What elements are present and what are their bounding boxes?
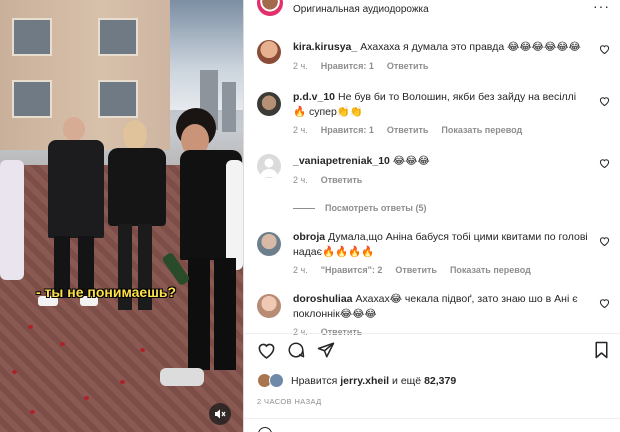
comment-text: Думала,що Аніна бабуся тобі цими квитами… [293, 231, 588, 258]
comment-meta: 2 ч. Нравится: 1 Ответить Показать перевод [293, 125, 535, 135]
audio-track-link[interactable]: Оригинальная аудиодорожка [293, 4, 429, 15]
likers-avatars [257, 373, 287, 389]
comment-username[interactable]: p.d.v_10 [293, 91, 335, 103]
comment-text: Ахахаха я думала это правда 😂😂😂😂😂😂 [360, 41, 581, 53]
commenter-avatar[interactable] [257, 92, 281, 116]
comment-time[interactable]: 2 ч. [293, 61, 308, 71]
comment-text: 😂😂😂 [392, 155, 430, 167]
comment-username[interactable]: kira.kirusya_ [293, 41, 357, 53]
comment-meta: 2 ч. Ответить [293, 327, 375, 337]
view-replies-button[interactable]: Посмотреть ответы (5) [293, 203, 426, 213]
reply-button[interactable]: Ответить [321, 327, 363, 337]
comment-likes[interactable]: Нравится: 1 [321, 61, 374, 71]
post-timestamp[interactable]: 2 ЧАСОВ НАЗАД [257, 397, 322, 406]
reply-button[interactable]: Ответить [387, 61, 429, 71]
bookmark-icon[interactable] [593, 341, 610, 364]
comment-time[interactable]: 2 ч. [293, 327, 308, 337]
post-actions-bar [257, 341, 611, 361]
speaker-muted-icon[interactable] [209, 403, 231, 425]
comment-time[interactable]: 2 ч. [293, 125, 308, 135]
more-horizontal-icon[interactable]: ··· [593, 0, 610, 14]
comment-username[interactable]: obroja [293, 231, 325, 243]
section-divider [244, 333, 620, 334]
video-caption: - ты не понимаешь? [36, 284, 177, 300]
heart-icon[interactable] [257, 341, 276, 364]
show-translation-button[interactable]: Показать перевод [450, 265, 531, 275]
reply-button[interactable]: Ответить [387, 125, 429, 135]
default-avatar-icon[interactable] [257, 154, 281, 178]
comment-meta: 2 ч. Ответить [293, 175, 375, 185]
likes-middle: и ещё [392, 375, 422, 387]
likes-summary[interactable]: Нравится jerry.xheil и ещё 82,379 [257, 373, 456, 389]
heart-icon[interactable] [599, 298, 610, 311]
share-icon[interactable] [317, 341, 335, 364]
comment-username[interactable]: doroshuliaa [293, 293, 353, 305]
commenter-avatar[interactable] [257, 40, 281, 64]
comment-text: Не був би то Волошин, якби без зайду на … [293, 91, 577, 118]
heart-icon[interactable] [599, 96, 610, 109]
comment-icon[interactable] [287, 341, 305, 364]
commenter-avatar[interactable] [257, 294, 281, 318]
comment-meta: 2 ч. Нравится: 1 Ответить [293, 61, 441, 71]
heart-icon[interactable] [599, 158, 610, 171]
comment-likes[interactable]: Нравится: 1 [321, 125, 374, 135]
bottom-divider [244, 418, 620, 419]
liker-username[interactable]: jerry.xheil [340, 375, 389, 387]
commenter-avatar[interactable] [257, 232, 281, 256]
reply-button[interactable]: Ответить [321, 175, 363, 185]
comment-meta: 2 ч. "Нравится": 2 Ответить Показать перево… [293, 265, 544, 275]
likes-count[interactable]: 82,379 [424, 375, 456, 387]
comment-likes[interactable]: "Нравится": 2 [321, 265, 383, 275]
view-replies-label: Посмотреть ответы (5) [325, 203, 427, 213]
comment-time[interactable]: 2 ч. [293, 265, 308, 275]
background-tower [222, 82, 236, 132]
comment-time[interactable]: 2 ч. [293, 175, 308, 185]
likes-prefix: Нравится [291, 375, 338, 387]
post-header: Оригинальная аудиодорожка ··· [244, 0, 620, 18]
comments-panel: Оригинальная аудиодорожка ··· kira.kirus… [243, 0, 620, 432]
heart-icon[interactable] [599, 44, 610, 57]
comment-username[interactable]: _vaniapetreniak_10 [293, 155, 390, 167]
reply-button[interactable]: Ответить [395, 265, 437, 275]
reel-video[interactable]: - ты не понимаешь? [0, 0, 243, 432]
replies-divider [293, 207, 315, 209]
show-translation-button[interactable]: Показать перевод [441, 125, 522, 135]
emoji-icon[interactable] [258, 427, 272, 432]
heart-icon[interactable] [599, 236, 610, 249]
author-avatar[interactable] [257, 0, 283, 16]
